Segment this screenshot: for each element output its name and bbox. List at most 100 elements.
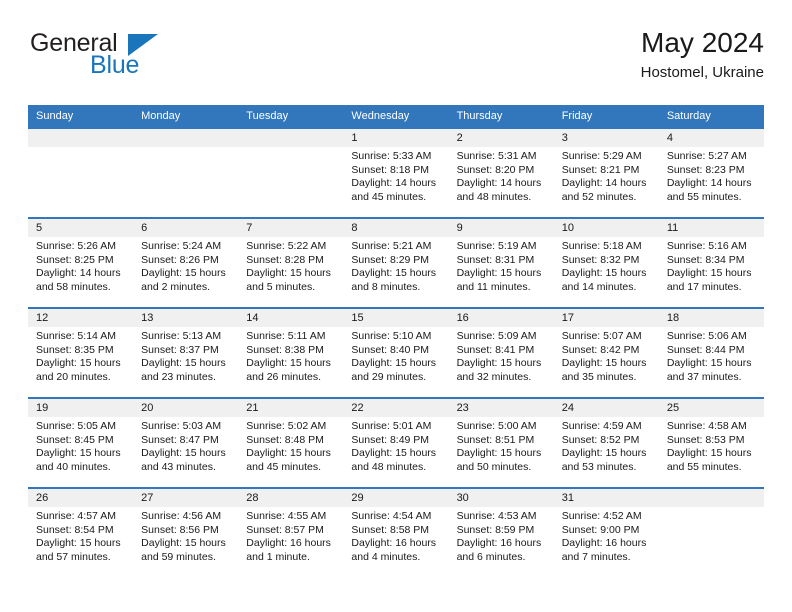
- calendar-day-cell[interactable]: 24 Sunrise: 4:59 AM Sunset: 8:52 PM Dayligh…: [553, 397, 659, 488]
- calendar-day-cell[interactable]: 25 Sunrise: 4:58 AM Sunset: 8:53 PM Dayligh…: [658, 397, 764, 488]
- calendar-day-cell[interactable]: 31 Sunrise: 4:52 AM Sunset: 9:00 PM Dayligh…: [553, 487, 659, 577]
- daylight-duration-line2: and 2 minutes.: [141, 280, 211, 293]
- daylight-duration-line2: and 5 minutes.: [246, 280, 316, 293]
- daylight-duration-line2: and 37 minutes.: [666, 370, 742, 383]
- calendar-day-cell[interactable]: 11 Sunrise: 5:16 AM Sunset: 8:34 PM Dayligh…: [658, 217, 764, 308]
- calendar-day-cell[interactable]: 9 Sunrise: 5:19 AM Sunset: 8:31 PM Daylight…: [448, 217, 554, 308]
- day-cell-content: 26 Sunrise: 4:57 AM Sunset: 8:54 PM Dayligh…: [28, 489, 134, 577]
- brand-logo[interactable]: General Blue: [28, 26, 248, 88]
- daylight-duration-line1: Daylight: 15 hours: [141, 267, 226, 280]
- calendar-day-cell[interactable]: 13 Sunrise: 5:13 AM Sunset: 8:37 PM Dayligh…: [133, 307, 239, 398]
- calendar-week-row: 12 Sunrise: 5:14 AM Sunset: 8:35 PM Dayligh…: [28, 307, 764, 398]
- sunrise-time: Sunrise: 5:31 AM: [456, 150, 537, 162]
- calendar-day-cell[interactable]: 1 Sunrise: 5:33 AM Sunset: 8:18 PM Daylight…: [343, 127, 449, 218]
- calendar-day-cell[interactable]: 23 Sunrise: 5:00 AM Sunset: 8:51 PM Dayligh…: [448, 397, 554, 488]
- daylight-duration-line2: and 1 minute.: [246, 550, 310, 563]
- sunrise-time: Sunrise: 5:05 AM: [36, 420, 116, 432]
- calendar-day-cell[interactable]: 6 Sunrise: 5:24 AM Sunset: 8:26 PM Daylight…: [133, 217, 239, 308]
- sunrise-time: Sunrise: 4:55 AM: [246, 510, 327, 522]
- day-details: Sunrise: 5:33 AM Sunset: 8:18 PM Daylight:…: [343, 147, 448, 204]
- day-cell-content: 14 Sunrise: 5:11 AM Sunset: 8:38 PM Dayligh…: [238, 309, 344, 397]
- daylight-duration-line2: and 29 minutes.: [351, 370, 427, 383]
- daylight-duration-line2: and 55 minutes.: [666, 460, 742, 473]
- calendar-day-cell: [28, 127, 134, 218]
- day-cell-content: 2 Sunrise: 5:31 AM Sunset: 8:20 PM Daylight…: [448, 129, 554, 217]
- sunrise-time: Sunrise: 5:01 AM: [351, 420, 432, 432]
- day-details: Sunrise: 5:22 AM Sunset: 8:28 PM Daylight:…: [238, 237, 343, 294]
- day-cell-content: [658, 489, 764, 577]
- calendar-grid: Sunday Monday Tuesday Wednesday Thursday…: [28, 105, 764, 577]
- calendar-day-cell[interactable]: 17 Sunrise: 5:07 AM Sunset: 8:42 PM Dayligh…: [553, 307, 659, 398]
- daylight-duration-line1: Daylight: 15 hours: [561, 357, 647, 370]
- sunrise-time: Sunrise: 4:52 AM: [561, 510, 642, 522]
- daylight-duration-line1: Daylight: 14 hours: [456, 177, 542, 190]
- calendar-week-row: 5 Sunrise: 5:26 AM Sunset: 8:25 PM Daylight…: [28, 217, 764, 308]
- calendar-day-cell[interactable]: 2 Sunrise: 5:31 AM Sunset: 8:20 PM Daylight…: [448, 127, 554, 218]
- daylight-duration-line1: Daylight: 15 hours: [141, 447, 226, 460]
- daylight-duration-line1: Daylight: 15 hours: [246, 447, 331, 460]
- day-details: Sunrise: 4:52 AM Sunset: 9:00 PM Daylight:…: [554, 507, 659, 564]
- calendar-day-cell[interactable]: 4 Sunrise: 5:27 AM Sunset: 8:23 PM Daylight…: [658, 127, 764, 218]
- sunset-time: Sunset: 8:40 PM: [351, 343, 430, 356]
- daylight-duration-line1: Daylight: 16 hours: [456, 537, 542, 550]
- sunset-time: Sunset: 8:44 PM: [666, 343, 745, 356]
- daylight-duration-line1: Daylight: 15 hours: [351, 267, 437, 280]
- calendar-day-cell[interactable]: 27 Sunrise: 4:56 AM Sunset: 8:56 PM Dayligh…: [133, 487, 239, 577]
- sunset-time: Sunset: 8:53 PM: [666, 433, 745, 446]
- calendar-day-cell: [658, 487, 764, 577]
- daylight-duration-line2: and 23 minutes.: [141, 370, 216, 383]
- day-cell-content: 11 Sunrise: 5:16 AM Sunset: 8:34 PM Dayligh…: [658, 219, 764, 307]
- day-details: Sunrise: 5:26 AM Sunset: 8:25 PM Daylight:…: [28, 237, 133, 294]
- calendar-day-cell[interactable]: 15 Sunrise: 5:10 AM Sunset: 8:40 PM Dayligh…: [343, 307, 449, 398]
- sunset-time: Sunset: 8:42 PM: [561, 343, 640, 356]
- day-details: Sunrise: 5:01 AM Sunset: 8:49 PM Daylight:…: [343, 417, 448, 474]
- daylight-duration-line1: Daylight: 15 hours: [666, 267, 752, 280]
- calendar-day-cell[interactable]: 22 Sunrise: 5:01 AM Sunset: 8:49 PM Dayligh…: [343, 397, 449, 488]
- sunrise-time: Sunrise: 5:02 AM: [246, 420, 327, 432]
- calendar-day-cell[interactable]: 19 Sunrise: 5:05 AM Sunset: 8:45 PM Dayligh…: [28, 397, 134, 488]
- day-cell-content: 25 Sunrise: 4:58 AM Sunset: 8:53 PM Dayligh…: [658, 399, 764, 487]
- calendar-day-cell[interactable]: 30 Sunrise: 4:53 AM Sunset: 8:59 PM Dayligh…: [448, 487, 554, 577]
- daylight-duration-line2: and 17 minutes.: [666, 280, 742, 293]
- calendar-day-cell[interactable]: 7 Sunrise: 5:22 AM Sunset: 8:28 PM Daylight…: [238, 217, 344, 308]
- calendar-day-cell[interactable]: 10 Sunrise: 5:18 AM Sunset: 8:32 PM Dayligh…: [553, 217, 659, 308]
- daylight-duration-line2: and 4 minutes.: [351, 550, 421, 563]
- sunset-time: Sunset: 8:59 PM: [456, 523, 535, 536]
- daylight-duration-line2: and 58 minutes.: [36, 280, 111, 293]
- calendar-day-cell[interactable]: 26 Sunrise: 4:57 AM Sunset: 8:54 PM Dayligh…: [28, 487, 134, 577]
- daylight-duration-line2: and 35 minutes.: [561, 370, 637, 383]
- calendar-day-cell[interactable]: 14 Sunrise: 5:11 AM Sunset: 8:38 PM Dayligh…: [238, 307, 344, 398]
- sunrise-time: Sunrise: 4:59 AM: [561, 420, 642, 432]
- daylight-duration-line2: and 48 minutes.: [456, 190, 532, 203]
- sunset-time: Sunset: 8:28 PM: [246, 253, 324, 266]
- day-details: Sunrise: 5:00 AM Sunset: 8:51 PM Daylight:…: [449, 417, 554, 474]
- calendar-day-cell: [133, 127, 239, 218]
- day-number: 26: [28, 489, 134, 507]
- day-cell-content: 9 Sunrise: 5:19 AM Sunset: 8:31 PM Daylight…: [448, 219, 554, 307]
- sunset-time: Sunset: 8:49 PM: [351, 433, 430, 446]
- calendar-day-cell[interactable]: 20 Sunrise: 5:03 AM Sunset: 8:47 PM Dayligh…: [133, 397, 239, 488]
- calendar-day-cell[interactable]: 21 Sunrise: 5:02 AM Sunset: 8:48 PM Dayligh…: [238, 397, 344, 488]
- calendar-day-cell[interactable]: 16 Sunrise: 5:09 AM Sunset: 8:41 PM Dayligh…: [448, 307, 554, 398]
- day-cell-content: 29 Sunrise: 4:54 AM Sunset: 8:58 PM Dayligh…: [343, 489, 449, 577]
- calendar-day-cell[interactable]: 18 Sunrise: 5:06 AM Sunset: 8:44 PM Dayligh…: [658, 307, 764, 398]
- calendar-day-cell[interactable]: 28 Sunrise: 4:55 AM Sunset: 8:57 PM Dayligh…: [238, 487, 344, 577]
- day-cell-content: [133, 129, 239, 217]
- calendar-day-cell[interactable]: 5 Sunrise: 5:26 AM Sunset: 8:25 PM Daylight…: [28, 217, 134, 308]
- weekday-header-monday: Monday: [133, 105, 239, 128]
- day-number: 3: [553, 129, 659, 147]
- day-details: Sunrise: 5:19 AM Sunset: 8:31 PM Daylight:…: [449, 237, 554, 294]
- day-details: Sunrise: 5:14 AM Sunset: 8:35 PM Daylight:…: [28, 327, 133, 384]
- sunset-time: Sunset: 8:37 PM: [141, 343, 219, 356]
- daylight-duration-line1: Daylight: 15 hours: [666, 357, 752, 370]
- day-details: Sunrise: 5:18 AM Sunset: 8:32 PM Daylight:…: [554, 237, 659, 294]
- daylight-duration-line1: Daylight: 15 hours: [36, 447, 121, 460]
- calendar-day-cell[interactable]: 8 Sunrise: 5:21 AM Sunset: 8:29 PM Daylight…: [343, 217, 449, 308]
- sunset-time: Sunset: 8:51 PM: [456, 433, 535, 446]
- calendar-day-cell[interactable]: 29 Sunrise: 4:54 AM Sunset: 8:58 PM Dayligh…: [343, 487, 449, 577]
- calendar-day-cell[interactable]: 3 Sunrise: 5:29 AM Sunset: 8:21 PM Daylight…: [553, 127, 659, 218]
- day-details: Sunrise: 5:10 AM Sunset: 8:40 PM Daylight:…: [343, 327, 448, 384]
- daylight-duration-line2: and 8 minutes.: [351, 280, 421, 293]
- daylight-duration-line1: Daylight: 15 hours: [141, 537, 226, 550]
- calendar-day-cell[interactable]: 12 Sunrise: 5:14 AM Sunset: 8:35 PM Dayligh…: [28, 307, 134, 398]
